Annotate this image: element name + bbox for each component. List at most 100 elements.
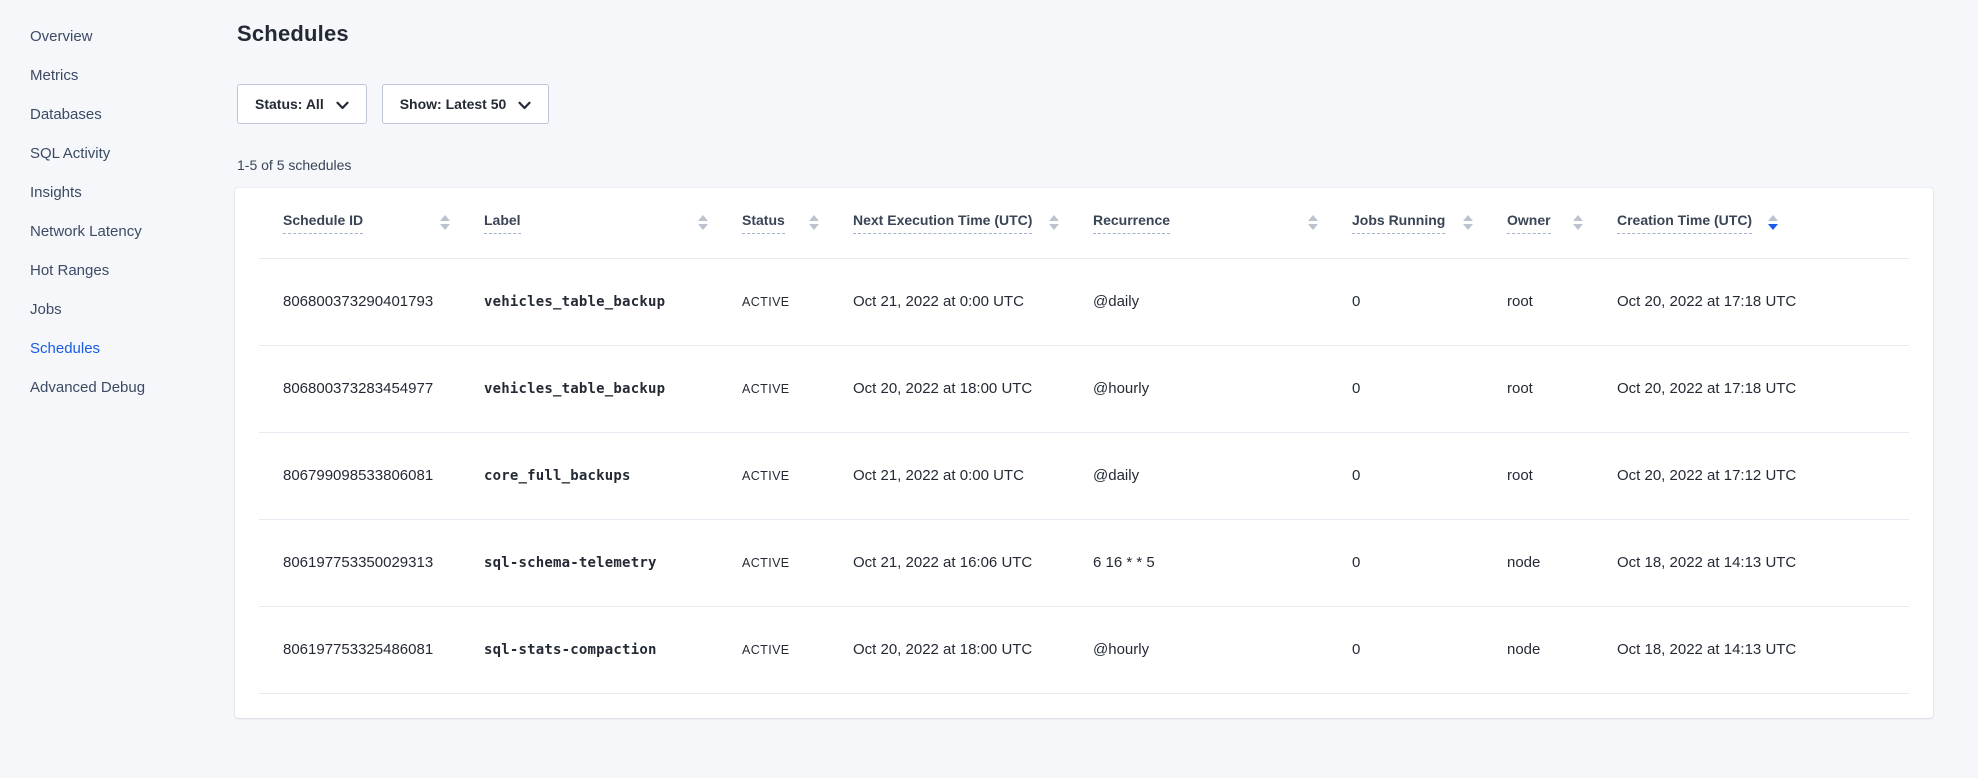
filter-bar: Status: All Show: Latest 50 <box>237 84 1978 124</box>
status-value: ACTIVE <box>742 643 790 657</box>
cell-owner: node <box>1507 519 1617 606</box>
cell-label: core_full_backups <box>484 432 742 519</box>
cell-owner: root <box>1507 258 1617 345</box>
sort-arrows-icon <box>1573 215 1583 230</box>
cell-owner: node <box>1507 606 1617 693</box>
column-header-label: Schedule ID <box>283 212 363 234</box>
jobs-running-value: 0 <box>1352 467 1360 484</box>
cell-status: ACTIVE <box>742 519 853 606</box>
recurrence-value: @hourly <box>1093 380 1149 397</box>
label-value: vehicles_table_backup <box>484 294 665 310</box>
jobs-running-value: 0 <box>1352 380 1360 397</box>
sort-arrows-icon <box>1463 215 1473 230</box>
sidebar-item-advanced-debug[interactable]: Advanced Debug <box>0 368 235 407</box>
cell-next-execution: Oct 21, 2022 at 0:00 UTC <box>853 432 1093 519</box>
owner-value: root <box>1507 293 1533 310</box>
column-header-schedule-id[interactable]: Schedule ID <box>259 188 484 258</box>
sort-arrows-icon <box>698 215 708 230</box>
cell-creation-time: Oct 18, 2022 at 14:13 UTC <box>1617 519 1909 606</box>
cell-label: vehicles_table_backup <box>484 345 742 432</box>
cell-label: sql-schema-telemetry <box>484 519 742 606</box>
status-value: ACTIVE <box>742 382 790 396</box>
column-header-status[interactable]: Status <box>742 188 853 258</box>
show-filter-dropdown[interactable]: Show: Latest 50 <box>382 84 550 124</box>
cell-schedule-id: 806799098533806081 <box>259 432 484 519</box>
cell-schedule-id: 806197753350029313 <box>259 519 484 606</box>
cell-jobs-running: 0 <box>1352 606 1507 693</box>
table-row: 806197753325486081 sql-stats-compactionAC… <box>259 606 1909 693</box>
owner-value: node <box>1507 641 1540 658</box>
sort-arrows-icon <box>1768 215 1778 230</box>
sidebar-item-hot-ranges[interactable]: Hot Ranges <box>0 251 235 290</box>
column-header-label[interactable]: Label <box>484 188 742 258</box>
column-header-creation-time-utc-[interactable]: Creation Time (UTC) <box>1617 188 1909 258</box>
column-header-next-execution-time-utc-[interactable]: Next Execution Time (UTC) <box>853 188 1093 258</box>
status-value: ACTIVE <box>742 556 790 570</box>
schedule-id-value: 806197753325486081 <box>283 641 433 658</box>
schedules-table-card: Schedule ID Label Status Next Execution Tim… <box>235 188 1933 718</box>
cell-owner: root <box>1507 345 1617 432</box>
chevron-down-icon <box>518 101 531 110</box>
cell-next-execution: Oct 21, 2022 at 0:00 UTC <box>853 258 1093 345</box>
recurrence-value: @hourly <box>1093 641 1149 658</box>
next-execution-value: Oct 20, 2022 at 18:00 UTC <box>853 641 1032 658</box>
column-header-label: Status <box>742 212 785 234</box>
owner-value: node <box>1507 554 1540 571</box>
cell-next-execution: Oct 20, 2022 at 18:00 UTC <box>853 606 1093 693</box>
cell-status: ACTIVE <box>742 345 853 432</box>
next-execution-value: Oct 20, 2022 at 18:00 UTC <box>853 380 1032 397</box>
column-header-jobs-running[interactable]: Jobs Running <box>1352 188 1507 258</box>
schedule-id-value: 806800373283454977 <box>283 380 433 397</box>
sidebar-item-jobs[interactable]: Jobs <box>0 290 235 329</box>
sidebar-item-insights[interactable]: Insights <box>0 173 235 212</box>
label-value: core_full_backups <box>484 468 631 484</box>
cell-label: sql-stats-compaction <box>484 606 742 693</box>
sidebar-item-sql-activity[interactable]: SQL Activity <box>0 134 235 173</box>
table-row: 806197753350029313sql-schema-telemetry AC… <box>259 519 1909 606</box>
cell-creation-time: Oct 20, 2022 at 17:18 UTC <box>1617 345 1909 432</box>
jobs-running-value: 0 <box>1352 293 1360 310</box>
next-execution-value: Oct 21, 2022 at 16:06 UTC <box>853 554 1032 571</box>
owner-value: root <box>1507 380 1533 397</box>
column-header-label: Creation Time (UTC) <box>1617 212 1752 234</box>
status-filter-dropdown[interactable]: Status: All <box>237 84 367 124</box>
column-header-label: Next Execution Time (UTC) <box>853 212 1032 234</box>
recurrence-value: @daily <box>1093 293 1139 310</box>
cell-recurrence: @daily <box>1093 258 1352 345</box>
next-execution-value: Oct 21, 2022 at 0:00 UTC <box>853 293 1024 310</box>
cell-schedule-id: 806197753325486081 <box>259 606 484 693</box>
results-count: 1-5 of 5 schedules <box>237 156 1978 175</box>
sort-arrows-icon <box>1308 215 1318 230</box>
page-title: Schedules <box>237 20 1978 48</box>
schedules-table: Schedule ID Label Status Next Execution Tim… <box>259 188 1909 694</box>
sidebar-item-databases[interactable]: Databases <box>0 95 235 134</box>
label-value: sql-schema-telemetry <box>484 555 657 571</box>
cell-creation-time: Oct 20, 2022 at 17:18 UTC <box>1617 258 1909 345</box>
cell-next-execution: Oct 20, 2022 at 18:00 UTC <box>853 345 1093 432</box>
show-filter-label: Show: Latest 50 <box>400 96 507 112</box>
sidebar-item-overview[interactable]: Overview <box>0 17 235 56</box>
cell-jobs-running: 0 <box>1352 258 1507 345</box>
column-header-owner[interactable]: Owner <box>1507 188 1617 258</box>
column-header-label: Jobs Running <box>1352 212 1445 234</box>
jobs-running-value: 0 <box>1352 554 1360 571</box>
column-header-label: Label <box>484 212 521 234</box>
cell-jobs-running: 0 <box>1352 519 1507 606</box>
cell-creation-time: Oct 18, 2022 at 14:13 UTC <box>1617 606 1909 693</box>
column-header-recurrence[interactable]: Recurrence <box>1093 188 1352 258</box>
cell-jobs-running: 0 <box>1352 432 1507 519</box>
creation-time-value: Oct 18, 2022 at 14:13 UTC <box>1617 641 1796 658</box>
sidebar-item-metrics[interactable]: Metrics <box>0 56 235 95</box>
cell-recurrence: @daily <box>1093 432 1352 519</box>
sidebar-item-schedules[interactable]: Schedules <box>0 329 235 368</box>
status-value: ACTIVE <box>742 469 790 483</box>
sort-arrows-icon <box>1049 215 1059 230</box>
cell-status: ACTIVE <box>742 606 853 693</box>
sidebar-item-network-latency[interactable]: Network Latency <box>0 212 235 251</box>
cell-jobs-running: 0 <box>1352 345 1507 432</box>
status-value: ACTIVE <box>742 295 790 309</box>
main-content: Schedules Status: All Show: Latest 50 1-… <box>235 0 1978 778</box>
cell-status: ACTIVE <box>742 258 853 345</box>
recurrence-value: @daily <box>1093 467 1139 484</box>
cell-next-execution: Oct 21, 2022 at 16:06 UTC <box>853 519 1093 606</box>
